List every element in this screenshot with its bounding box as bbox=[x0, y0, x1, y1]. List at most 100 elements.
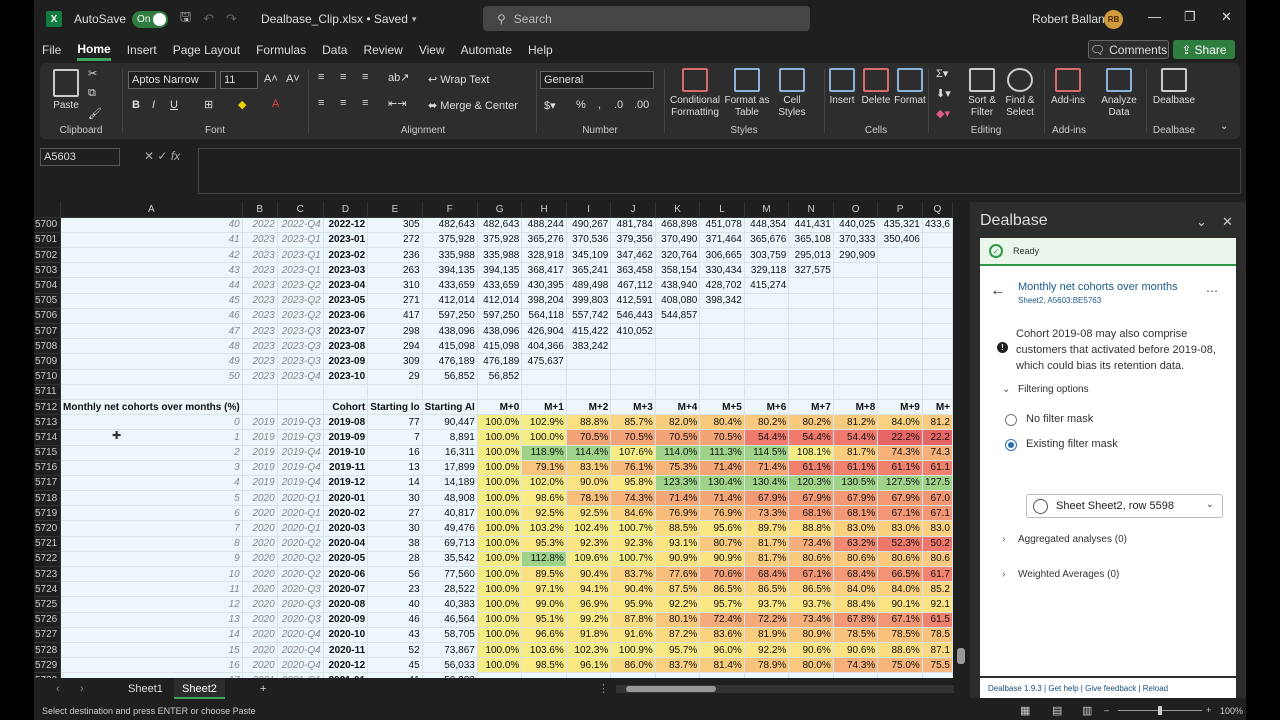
cell[interactable]: 363,458 bbox=[610, 262, 656, 279]
cell[interactable]: 2020 bbox=[242, 490, 278, 507]
cell[interactable]: 100.0% bbox=[477, 551, 523, 568]
cell[interactable]: 67.1% bbox=[788, 566, 834, 583]
cell[interactable]: 2020 bbox=[242, 612, 278, 628]
cell[interactable]: 398,342 bbox=[699, 293, 745, 309]
row-header[interactable]: 5705 bbox=[34, 293, 62, 309]
filtering-options-toggle[interactable]: ⌄ Filtering options bbox=[1002, 384, 1089, 395]
column-header[interactable]: K bbox=[655, 202, 701, 218]
cell[interactable]: 365,676 bbox=[744, 232, 790, 249]
column-header[interactable]: E bbox=[367, 202, 423, 218]
cell[interactable]: 410,052 bbox=[610, 323, 656, 340]
cell[interactable]: 68.1% bbox=[788, 505, 834, 522]
column-header[interactable]: J bbox=[610, 202, 656, 218]
column-header[interactable]: D bbox=[323, 202, 369, 218]
cell[interactable]: 90.4% bbox=[610, 581, 656, 598]
align-top-icon[interactable]: ≡ bbox=[318, 71, 324, 83]
cell[interactable]: 335,988 bbox=[477, 247, 523, 264]
cell[interactable]: 7 bbox=[367, 429, 423, 446]
cell[interactable]: 90.6% bbox=[788, 642, 834, 659]
cell[interactable]: 22.2% bbox=[877, 429, 923, 446]
cell[interactable]: 95.8% bbox=[610, 475, 656, 492]
cell[interactable]: 78.5% bbox=[877, 627, 923, 643]
row-header[interactable]: 5713 bbox=[34, 414, 62, 431]
column-header[interactable]: C bbox=[277, 202, 324, 218]
cell[interactable]: 298 bbox=[367, 323, 423, 340]
cell[interactable]: 347,462 bbox=[610, 247, 656, 264]
cell[interactable]: 72.4% bbox=[699, 612, 745, 628]
cell[interactable]: 2023 bbox=[242, 293, 278, 309]
cell[interactable]: 67.9% bbox=[877, 490, 923, 507]
cell[interactable]: 16 bbox=[60, 657, 243, 674]
horizontal-scrollbar[interactable] bbox=[616, 685, 954, 693]
cell[interactable]: 68.1% bbox=[833, 505, 879, 522]
cell[interactable]: 100.0% bbox=[477, 596, 523, 613]
pane-footer[interactable]: Dealbase 1.9.3 | Get help | Give feedbac… bbox=[980, 678, 1236, 698]
cell[interactable]: 45 bbox=[367, 657, 423, 674]
cell[interactable] bbox=[922, 338, 953, 355]
cell[interactable]: 433,659 bbox=[422, 277, 478, 294]
comments-button[interactable]: 🗨 Comments bbox=[1088, 40, 1169, 59]
row-header[interactable]: 5727 bbox=[34, 627, 62, 643]
cell[interactable]: 371,464 bbox=[699, 232, 745, 249]
cell[interactable]: 40,383 bbox=[422, 596, 478, 613]
cell[interactable]: 2022-Q4 bbox=[277, 217, 324, 233]
menu-help[interactable]: Help bbox=[528, 41, 553, 59]
cell[interactable]: 2022-12 bbox=[323, 217, 369, 233]
cell[interactable] bbox=[788, 672, 834, 678]
search-box[interactable]: ⚲ Search bbox=[483, 6, 810, 31]
cell[interactable]: 67.9% bbox=[744, 490, 790, 507]
cell[interactable]: 72.2% bbox=[744, 612, 790, 628]
cell[interactable] bbox=[744, 323, 790, 340]
align-right-icon[interactable]: ≡ bbox=[362, 97, 368, 109]
header-cell[interactable]: M+0 bbox=[477, 399, 523, 416]
row-header[interactable]: 5728 bbox=[34, 642, 62, 659]
cell[interactable]: 49 bbox=[60, 353, 243, 370]
cell[interactable]: 86.5% bbox=[744, 581, 790, 598]
cell[interactable]: 127.5% bbox=[877, 475, 923, 492]
cell[interactable]: 100.9% bbox=[610, 642, 656, 659]
cell[interactable]: 100.0% bbox=[477, 475, 523, 492]
header-cell[interactable]: M+4 bbox=[655, 399, 701, 416]
addins-button[interactable]: Add-ins bbox=[1048, 68, 1088, 107]
cell[interactable]: 83.1% bbox=[566, 460, 612, 476]
cell[interactable]: 2023 bbox=[242, 277, 278, 294]
cell[interactable]: 2020 bbox=[242, 505, 278, 522]
cell[interactable]: 2023 bbox=[242, 338, 278, 355]
cell[interactable]: 100.0% bbox=[477, 460, 523, 476]
cell[interactable]: 2023-04 bbox=[323, 277, 369, 294]
header-cell[interactable]: M+6 bbox=[744, 399, 790, 416]
align-middle-icon[interactable]: ≡ bbox=[340, 71, 346, 83]
cell[interactable]: 370,490 bbox=[655, 232, 701, 249]
cell[interactable]: 87.5% bbox=[655, 581, 701, 598]
cell[interactable]: 52 bbox=[367, 642, 423, 659]
cell[interactable]: 428,702 bbox=[699, 277, 745, 294]
column-header[interactable]: F bbox=[422, 202, 478, 218]
cell[interactable] bbox=[922, 308, 953, 325]
cell[interactable]: 88.6% bbox=[877, 642, 923, 659]
cell[interactable]: 2022 bbox=[242, 217, 278, 233]
cell[interactable]: 91.6% bbox=[610, 627, 656, 643]
cell[interactable]: 76.9% bbox=[699, 505, 745, 522]
cell[interactable]: 557,742 bbox=[566, 308, 612, 325]
cell[interactable] bbox=[699, 323, 745, 340]
cell[interactable]: 90.1% bbox=[877, 596, 923, 613]
cell[interactable] bbox=[788, 308, 834, 325]
column-header[interactable]: N bbox=[788, 202, 834, 218]
cell[interactable]: 2020-Q3 bbox=[277, 612, 324, 628]
cell[interactable] bbox=[922, 369, 953, 385]
cell[interactable]: 63.2% bbox=[833, 536, 879, 552]
menu-data[interactable]: Data bbox=[322, 41, 347, 59]
pane-options-icon[interactable]: ⌄ bbox=[1196, 214, 1207, 230]
cell[interactable]: 85.7% bbox=[610, 414, 656, 431]
cell[interactable]: 67.8% bbox=[833, 612, 879, 628]
column-header[interactable]: B bbox=[242, 202, 278, 218]
cell[interactable] bbox=[833, 353, 879, 370]
cell[interactable]: 61.1% bbox=[877, 460, 923, 476]
cell[interactable]: 56 bbox=[367, 566, 423, 583]
cell[interactable]: 100.7% bbox=[610, 520, 656, 537]
cell[interactable] bbox=[566, 672, 612, 678]
cell[interactable]: 86.5% bbox=[699, 581, 745, 598]
cell[interactable]: 2023-Q2 bbox=[277, 308, 324, 325]
cell[interactable] bbox=[922, 247, 953, 264]
cell[interactable]: 100.0% bbox=[477, 657, 523, 674]
